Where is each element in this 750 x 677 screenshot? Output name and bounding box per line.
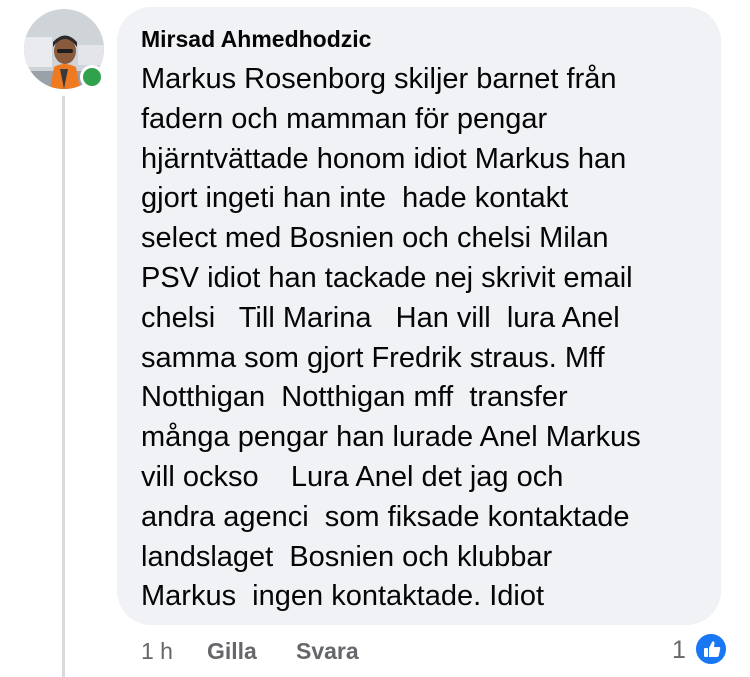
comment-line: vill ockso Lura Anel det jag och bbox=[141, 460, 564, 493]
comment-line: andra agenci som fiksade kontaktade bbox=[141, 500, 630, 533]
comment-line: PSV idiot han tackade nej skrivit email bbox=[141, 261, 633, 294]
comment-line: Markus ingen kontaktade. Idiot bbox=[141, 580, 545, 613]
comment-author[interactable]: Mirsad Ahmedhodzic bbox=[141, 26, 371, 53]
comment-line: hjärntvättade honom idiot Markus han bbox=[141, 142, 627, 175]
comment-timestamp[interactable]: 1 h bbox=[141, 638, 173, 665]
comment-line: fadern och mamman för pengar bbox=[141, 102, 548, 135]
like-button[interactable]: Gilla bbox=[207, 638, 257, 665]
like-icon[interactable] bbox=[694, 632, 728, 666]
reaction-count[interactable]: 1 bbox=[672, 636, 686, 665]
comment-line: Markus Rosenborg skiljer barnet från bbox=[141, 63, 617, 95]
comment-line: chelsi Till Marina Han vill lura Anel bbox=[141, 301, 620, 334]
reply-button[interactable]: Svara bbox=[296, 638, 359, 665]
online-status-indicator bbox=[80, 65, 104, 89]
comment-line: många pengar han lurade Anel Markus bbox=[141, 421, 641, 454]
comment-line: select med Bosnien och chelsi Milan bbox=[141, 222, 609, 255]
comment-line: landslaget Bosnien och klubbar bbox=[141, 540, 553, 573]
comment-line: samma som gjort Fredrik straus. Mff bbox=[141, 341, 605, 374]
thumbs-up-icon bbox=[704, 641, 721, 657]
thread-line bbox=[62, 96, 65, 677]
comment-line: Notthigan Notthigan mff transfer bbox=[141, 381, 568, 414]
comment-line: gjort ingeti han inte hade kontakt bbox=[141, 182, 569, 215]
comment-text: Markus Rosenborg skiljer barnet från fad… bbox=[141, 60, 711, 617]
